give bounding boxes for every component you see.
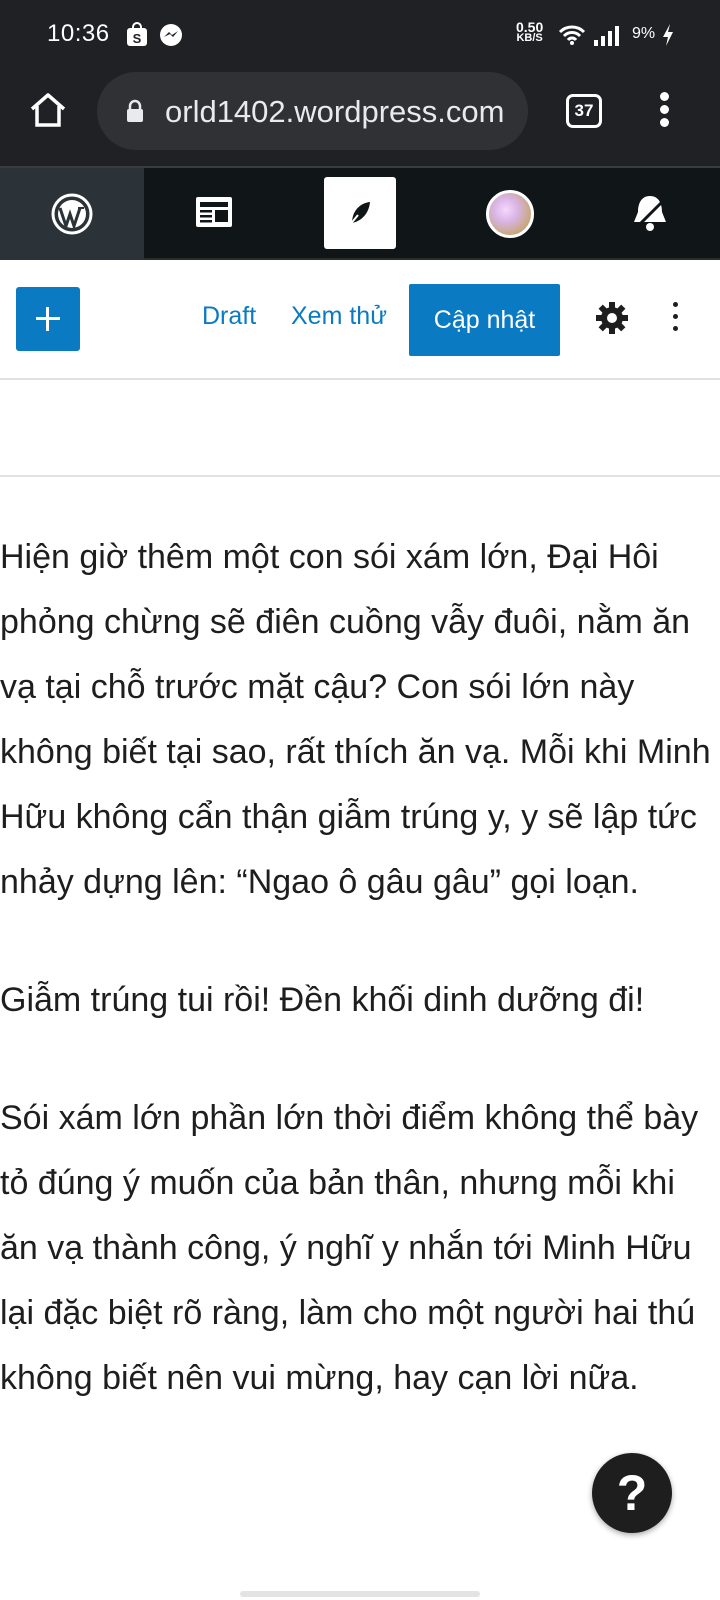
gear-icon[interactable] xyxy=(594,300,630,336)
svg-text:S: S xyxy=(133,31,142,46)
messenger-notification-icon xyxy=(160,24,182,46)
status-bar: 10:36 S 0.50 KB/S 9% xyxy=(0,0,720,70)
battery-level: 9% xyxy=(632,25,656,42)
user-avatar[interactable] xyxy=(486,190,534,238)
lock-icon xyxy=(127,99,143,122)
reader-button[interactable] xyxy=(144,168,288,260)
my-sites-button[interactable] xyxy=(0,168,144,260)
tab-switcher-button[interactable]: 37 xyxy=(566,94,602,128)
shopping-bag-notification-icon: S xyxy=(127,22,147,46)
bell-icon xyxy=(632,196,668,232)
gesture-bar xyxy=(240,1591,480,1597)
wifi-icon xyxy=(558,25,586,45)
update-button[interactable]: Cập nhật xyxy=(409,284,560,356)
network-speed-unit: KB/S xyxy=(516,32,543,44)
browser-toolbar: orld1402.wordpress.com 37 xyxy=(0,70,720,168)
paragraph-block[interactable]: Sói xám lớn phần lớn thời điểm không thể… xyxy=(0,1086,720,1411)
block-divider xyxy=(0,475,720,477)
post-content[interactable]: Hiện giờ thêm một con sói xám lớn, Đại H… xyxy=(0,525,720,1464)
notifications-button[interactable] xyxy=(620,168,680,260)
paragraph-block[interactable]: Hiện giờ thêm một con sói xám lớn, Đại H… xyxy=(0,525,720,915)
wordpress-masterbar xyxy=(0,168,720,260)
signal-icon xyxy=(594,26,619,46)
url-text[interactable]: orld1402.wordpress.com xyxy=(165,94,504,130)
network-speed: 0.50 KB/S xyxy=(516,20,543,44)
preview-button[interactable]: Xem thử xyxy=(291,302,387,331)
address-bar[interactable]: orld1402.wordpress.com xyxy=(97,72,528,150)
browser-menu-icon[interactable] xyxy=(654,92,674,132)
help-button[interactable]: ? xyxy=(592,1453,672,1533)
battery-charging-icon xyxy=(663,24,673,46)
quill-icon xyxy=(348,202,370,227)
wordpress-logo-icon xyxy=(51,193,93,235)
home-icon[interactable] xyxy=(26,88,70,132)
status-time: 10:36 xyxy=(47,20,110,47)
switch-to-draft-button[interactable]: Draft xyxy=(202,302,256,331)
more-options-icon[interactable] xyxy=(669,302,681,336)
reader-icon xyxy=(196,197,232,227)
write-post-button[interactable] xyxy=(324,177,396,249)
paragraph-block[interactable]: Giẫm trúng tui rồi! Đền khối dinh dưỡng … xyxy=(0,968,720,1033)
editor-toolbar: Draft Xem thử Cập nhật xyxy=(0,260,720,380)
add-block-button[interactable] xyxy=(16,287,80,351)
